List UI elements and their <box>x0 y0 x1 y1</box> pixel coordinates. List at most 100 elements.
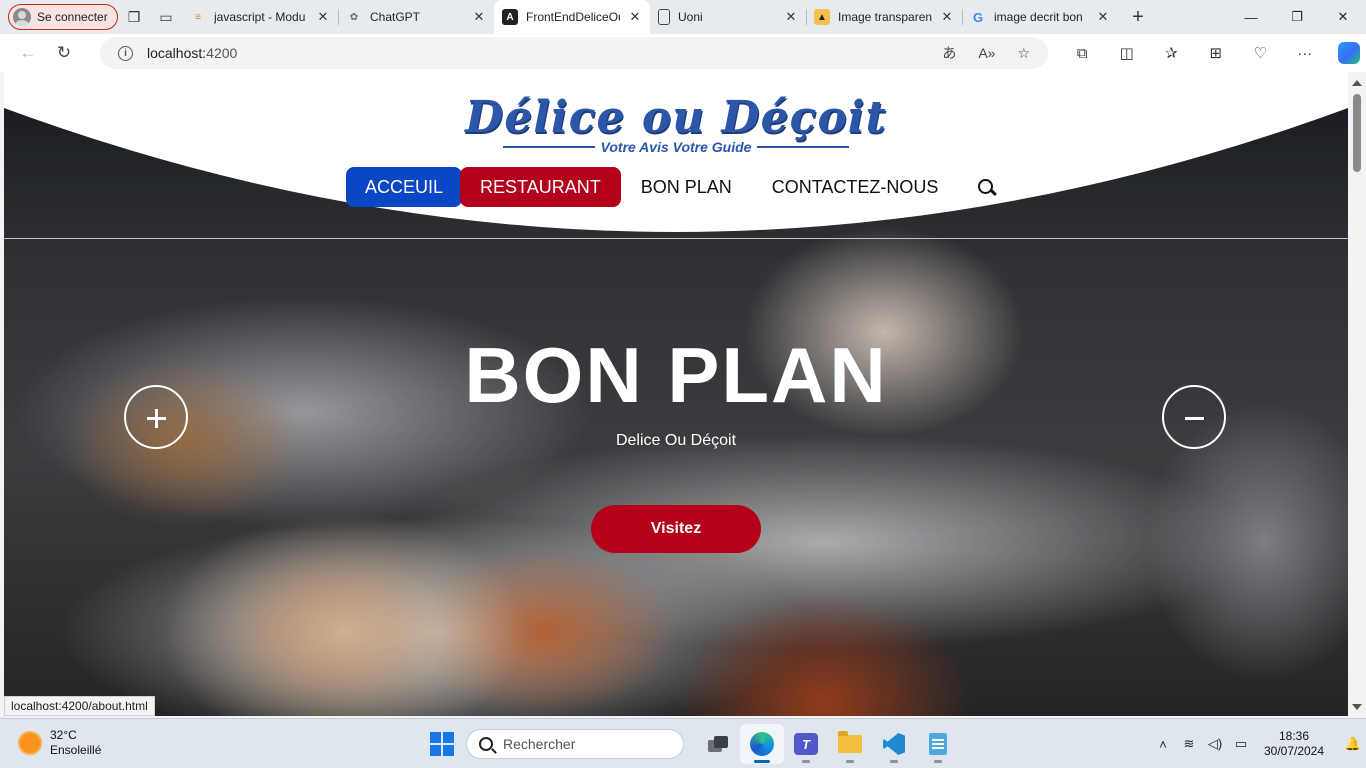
tab-frontend[interactable]: A FrontEndDeliceOu ✕ <box>494 0 650 34</box>
battery-icon[interactable]: ▭ <box>1228 736 1254 752</box>
profile-avatar-icon <box>13 8 31 26</box>
search-icon <box>479 737 493 751</box>
vscode-app-button[interactable] <box>872 724 916 764</box>
volume-icon[interactable]: ◁) <box>1202 736 1228 752</box>
browser-toolbar: ⧉ ◫ ✰ ⊞ ♡ ··· <box>1060 37 1366 69</box>
weather-text: 32°C Ensoleillé <box>50 728 101 758</box>
logo-title: Délice ou Déçoit <box>465 92 887 143</box>
nav-contactez-nous[interactable]: CONTACTEZ-NOUS <box>752 167 959 207</box>
close-tab-icon[interactable]: ✕ <box>472 9 486 25</box>
notification-bell-icon[interactable]: 🔔 <box>1340 736 1366 752</box>
site-logo[interactable]: Délice ou Déçoit Votre Avis Votre Guide <box>4 92 1348 155</box>
edge-app-button[interactable] <box>740 724 784 764</box>
angular-icon: A <box>502 9 518 25</box>
tab-title: FrontEndDeliceOu <box>526 10 620 24</box>
start-icon[interactable] <box>422 724 462 764</box>
favorites-icon[interactable]: ✰ <box>1149 37 1194 69</box>
site-info-icon[interactable]: i <box>118 45 133 61</box>
browser-essentials-icon[interactable]: ♡ <box>1238 37 1283 69</box>
copilot-button[interactable] <box>1327 37 1366 69</box>
nav-restaurant[interactable]: RESTAURANT <box>460 167 621 207</box>
close-tab-icon[interactable]: ✕ <box>1096 9 1110 25</box>
system-tray: ˄ ≋ ◁) ▭ 18:36 30/07/2024 🔔 <box>1150 719 1366 768</box>
search-icon[interactable] <box>974 174 1000 200</box>
close-tab-icon[interactable]: ✕ <box>940 9 954 25</box>
workspaces-icon[interactable]: ❒ <box>118 3 150 31</box>
tab-google[interactable]: G image decrit bon ✕ <box>962 0 1118 34</box>
document-icon <box>658 9 670 25</box>
clock-date: 30/07/2024 <box>1263 744 1325 758</box>
close-tab-icon[interactable]: ✕ <box>316 9 330 25</box>
restore-icon[interactable]: ❐ <box>1274 0 1320 34</box>
scroll-up-icon[interactable] <box>1352 80 1362 86</box>
nav-bon-plan[interactable]: BON PLAN <box>621 167 752 207</box>
teams-app-button[interactable]: T <box>784 724 828 764</box>
tab-actions-icon[interactable]: ▭ <box>150 3 182 31</box>
hero-subtitle: Delice Ou Déçoit <box>615 432 737 449</box>
chevron-up-icon[interactable]: ˄ <box>1150 737 1176 752</box>
tab-javascript[interactable]: ≡ javascript - Modu ✕ <box>182 0 338 34</box>
read-aloud-icon[interactable]: A» <box>978 45 995 61</box>
task-view-button[interactable] <box>696 724 740 764</box>
profile-button[interactable]: Se connecter <box>8 4 118 30</box>
hat-icon: ▲ <box>814 9 830 25</box>
clock[interactable]: 18:36 30/07/2024 <box>1254 729 1334 759</box>
address-toolbar: ← ↻ i localhost:4200 あ A» ☆ ⧉ ◫ ✰ ⊞ ♡ ··… <box>0 34 1366 72</box>
task-view-icon <box>708 736 728 752</box>
collections-icon[interactable]: ⊞ <box>1194 37 1239 69</box>
chatgpt-icon: ✿ <box>349 11 359 23</box>
new-tab-icon[interactable]: + <box>1118 0 1158 34</box>
taskbar-search[interactable]: Rechercher <box>466 729 684 759</box>
translate-icon[interactable]: あ <box>942 43 956 63</box>
extensions-icon[interactable]: ⧉ <box>1060 37 1105 69</box>
tagline-rule-right <box>757 146 850 148</box>
copilot-icon <box>1338 42 1361 64</box>
web-viewport: Délice ou Déçoit Votre Avis Votre Guide … <box>4 72 1348 716</box>
url-text: localhost:4200 <box>147 45 237 61</box>
page-scrollbar[interactable] <box>1348 72 1366 716</box>
close-tab-icon[interactable]: ✕ <box>784 9 798 25</box>
close-window-icon[interactable]: ✕ <box>1320 0 1366 34</box>
reload-icon[interactable]: ↻ <box>46 37 82 69</box>
weather-widget[interactable]: 32°C Ensoleillé <box>20 728 101 758</box>
notepad-app-button[interactable] <box>916 724 960 764</box>
back-icon[interactable]: ← <box>10 37 46 69</box>
tab-chatgpt[interactable]: ✿ ChatGPT ✕ <box>338 0 494 34</box>
tab-title: Uoni <box>678 10 703 24</box>
vscode-icon <box>883 733 905 755</box>
address-bar[interactable]: i localhost:4200 あ A» ☆ <box>100 37 1048 69</box>
hero-title: BON PLAN <box>464 331 888 419</box>
url-port: 4200 <box>206 45 238 61</box>
browser-tab-strip: Se connecter ❒ ▭ ≡ javascript - Modu ✕ ✿… <box>0 0 1366 34</box>
header-divider <box>4 238 1348 239</box>
google-icon: G <box>972 9 984 25</box>
tab-image-transparent[interactable]: ▲ Image transparen ✕ <box>806 0 962 34</box>
tab-uoni[interactable]: Uoni ✕ <box>650 0 806 34</box>
folder-icon <box>838 731 862 753</box>
minimize-icon[interactable]: — <box>1228 0 1274 34</box>
favorite-star-icon[interactable]: ☆ <box>1017 45 1030 62</box>
url-host: localhost: <box>147 45 207 61</box>
scrollbar-thumb[interactable] <box>1353 94 1361 172</box>
notepad-icon <box>929 733 947 755</box>
taskbar-apps: Rechercher T <box>422 724 960 764</box>
nav-acceuil[interactable]: ACCEUIL <box>346 167 463 207</box>
tab-title: image decrit bon <box>994 10 1083 24</box>
taskbar-search-placeholder: Rechercher <box>503 736 576 752</box>
profile-label: Se connecter <box>37 10 108 24</box>
scroll-down-icon[interactable] <box>1352 704 1362 710</box>
explorer-app-button[interactable] <box>828 724 872 764</box>
clock-time: 18:36 <box>1278 729 1310 743</box>
close-tab-icon[interactable]: ✕ <box>628 9 642 25</box>
logo-tagline: Votre Avis Votre Guide <box>4 139 1348 155</box>
tab-title: Image transparen <box>838 10 932 24</box>
split-screen-icon[interactable]: ◫ <box>1105 37 1150 69</box>
tagline-rule-left <box>502 146 595 148</box>
visit-button[interactable]: Visitez <box>591 505 761 553</box>
windows-taskbar: 32°C Ensoleillé Rechercher T ˄ ≋ ◁) ▭ 18… <box>0 718 1366 768</box>
more-menu-icon[interactable]: ··· <box>1283 37 1328 69</box>
tab-title: ChatGPT <box>370 10 421 24</box>
wifi-icon[interactable]: ≋ <box>1176 736 1202 752</box>
edge-icon <box>750 732 774 756</box>
weather-temp: 32°C <box>50 728 77 742</box>
